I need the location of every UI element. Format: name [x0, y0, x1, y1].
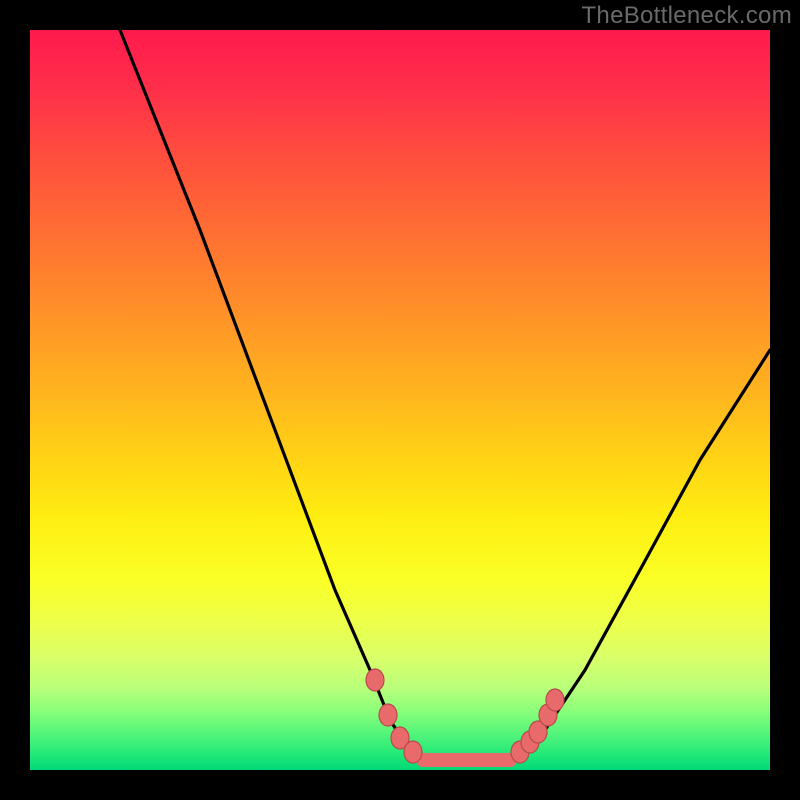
- curve-marker: [404, 741, 422, 763]
- markers-left: [366, 669, 422, 763]
- plot-area: [30, 30, 770, 770]
- watermark-text: TheBottleneck.com: [581, 2, 792, 30]
- markers-right: [511, 689, 564, 763]
- curve-marker: [546, 689, 564, 711]
- chart-frame: TheBottleneck.com: [0, 0, 800, 800]
- curve-marker: [379, 704, 397, 726]
- bottleneck-curve: [30, 30, 770, 770]
- curve-left: [120, 30, 423, 760]
- curve-marker: [366, 669, 384, 691]
